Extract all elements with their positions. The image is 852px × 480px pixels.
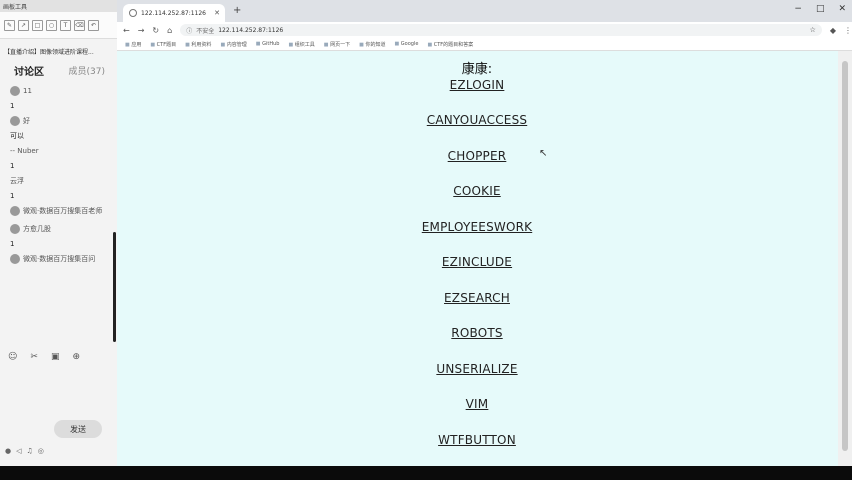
challenge-link[interactable]: CANYOUACCESS <box>117 113 837 127</box>
more-icon[interactable]: ⊕ <box>72 352 80 362</box>
maximize-icon[interactable]: □ <box>816 4 825 14</box>
pen-icon[interactable]: ✎ <box>4 19 15 31</box>
chat-message: 1 <box>10 192 15 200</box>
avatar <box>10 86 20 96</box>
text-icon[interactable]: T <box>60 19 71 31</box>
challenge-link[interactable]: WTFBUTTON <box>117 433 837 447</box>
close-tab-icon[interactable]: ✕ <box>214 9 220 17</box>
avatar <box>10 254 20 264</box>
tab-members[interactable]: 成员(37) <box>69 64 105 77</box>
drawing-toolbar: ✎ ↗ □ ○ T ⌫ ↶ <box>0 12 117 39</box>
eraser-icon[interactable]: ⌫ <box>74 19 85 31</box>
live-chat-panel: 画板工具 ✎ ↗ □ ○ T ⌫ ↶ 【直播介绍】图像领域进阶课程... 讨论区… <box>0 0 117 466</box>
challenge-link[interactable]: VIM <box>117 397 837 411</box>
image-icon[interactable]: ▣ <box>51 352 60 362</box>
tab-strip: 122.114.252.87:1126 ✕ + − □ ✕ <box>117 0 852 22</box>
tab-title: 122.114.252.87:1126 <box>141 9 207 17</box>
panel-title-bar: 画板工具 <box>0 0 117 12</box>
challenge-link[interactable]: CHOPPER <box>117 149 837 163</box>
bookmark-item[interactable]: 你的知道 <box>359 41 385 48</box>
scrollbar-thumb[interactable] <box>842 61 848 451</box>
mic-icon[interactable]: ● <box>5 447 11 455</box>
chat-message: 微观·数据百万搜集百问 <box>0 250 117 268</box>
new-tab-button[interactable]: + <box>233 5 241 16</box>
avatar <box>10 206 20 216</box>
bookmark-item[interactable]: CTF题目 <box>150 41 176 48</box>
chat-message: 1 <box>10 162 15 170</box>
challenge-link[interactable]: EZINCLUDE <box>117 255 837 269</box>
chat-message: 1 <box>10 102 15 110</box>
home-icon[interactable]: ⌂ <box>167 26 172 35</box>
chat-message: 方愈几股 <box>0 220 117 238</box>
security-warning-icon[interactable]: ⓘ <box>186 26 192 35</box>
send-button[interactable]: 发送 <box>54 420 102 438</box>
page-scrollbar[interactable] <box>838 51 852 466</box>
chat-message: 微观·数据百万搜集百老师 <box>0 202 117 220</box>
bookmark-item[interactable]: 利用资料 <box>185 41 211 48</box>
reload-icon[interactable]: ↻ <box>152 26 159 35</box>
browser-toolbar: ← → ↻ ⌂ ⓘ 不安全 122.114.252.87:1126 ☆ ◆ ⋮ <box>117 22 852 38</box>
circle-icon[interactable]: ○ <box>46 19 57 31</box>
course-title: 【直播介绍】图像领域进阶课程... <box>4 49 94 56</box>
undo-icon[interactable]: ↶ <box>88 19 99 31</box>
globe-icon <box>129 9 137 17</box>
chat-message: 可以 <box>10 132 24 140</box>
minimize-icon[interactable]: − <box>794 4 802 14</box>
bookmark-item[interactable]: GitHub <box>256 41 279 47</box>
address-bar[interactable]: ⓘ 不安全 122.114.252.87:1126 ☆ <box>180 24 822 36</box>
mouse-cursor-icon: ↖ <box>539 148 548 159</box>
bookmark-item[interactable]: Google <box>394 41 419 47</box>
avatar <box>10 116 20 126</box>
emoji-icon[interactable]: ☺ <box>8 352 17 362</box>
panel-title: 画板工具 <box>3 3 28 11</box>
challenge-link[interactable]: COOKIE <box>117 184 837 198</box>
bookmark-star-icon[interactable]: ☆ <box>810 26 816 34</box>
challenge-link[interactable]: EZSEARCH <box>117 291 837 305</box>
chat-scrollbar[interactable] <box>113 232 116 342</box>
chat-message: -- Nuber <box>10 147 39 155</box>
back-icon[interactable]: ← <box>123 26 130 35</box>
scissors-icon[interactable]: ✂ <box>30 352 38 362</box>
location-icon[interactable]: ◎ <box>38 447 44 455</box>
bottom-toolbar: ● ◁ ♫ ◎ <box>5 447 44 455</box>
forward-icon[interactable]: → <box>138 26 145 35</box>
url-text: 122.114.252.87:1126 <box>218 26 284 34</box>
chat-message: 1 <box>10 240 15 248</box>
arrow-icon[interactable]: ↗ <box>18 19 29 31</box>
bookmarks-bar: 应用 CTF题目 利用资料 内容管理 GitHub 组织工具 网页一下 你的知道… <box>117 38 852 51</box>
page-content: 康康: EZLOGIN CANYOUACCESS CHOPPER COOKIE … <box>117 51 837 466</box>
chat-message: 11 <box>0 82 117 100</box>
rect-icon[interactable]: □ <box>32 19 43 31</box>
tab-discussion[interactable]: 讨论区 <box>14 63 44 78</box>
chat-message: 好 <box>0 112 117 130</box>
browser-tab[interactable]: 122.114.252.87:1126 ✕ <box>123 4 225 22</box>
menu-icon[interactable]: ⋮ <box>844 26 852 35</box>
chat-message: 云浮 <box>10 177 24 185</box>
window-controls: − □ ✕ <box>794 4 846 14</box>
challenge-link[interactable]: EZLOGIN <box>117 78 837 92</box>
speaker-icon[interactable]: ◁ <box>16 447 21 455</box>
extension-icon[interactable]: ◆ <box>830 26 836 35</box>
chat-tabs: 讨论区 成员(37) <box>0 59 117 82</box>
browser-window: 122.114.252.87:1126 ✕ + − □ ✕ ← → ↻ ⌂ ⓘ … <box>117 0 852 466</box>
bookmark-item[interactable]: 应用 <box>125 41 141 48</box>
page-heading: 康康: <box>461 62 493 77</box>
close-window-icon[interactable]: ✕ <box>838 4 846 14</box>
chat-message-list: 11 1 好 可以 -- Nuber 1 云浮 1 微观·数据百万搜集百老师 方… <box>0 82 117 268</box>
bookmark-item[interactable]: 组织工具 <box>288 41 315 48</box>
security-label: 不安全 <box>196 27 215 35</box>
avatar <box>10 224 20 234</box>
challenge-link[interactable]: UNSERIALIZE <box>117 362 837 376</box>
bookmark-item[interactable]: CTF的题目和答案 <box>427 41 473 48</box>
screen-bottom-border <box>0 466 852 480</box>
challenge-link[interactable]: ROBOTS <box>117 326 837 340</box>
bookmark-item[interactable]: 内容管理 <box>220 41 247 48</box>
challenge-link[interactable]: EMPLOYEESWORK <box>117 220 837 234</box>
bookmark-item[interactable]: 网页一下 <box>324 41 350 48</box>
music-icon[interactable]: ♫ <box>27 447 33 455</box>
address-bar-actions: ☆ <box>810 26 816 34</box>
chat-input-tools: ☺ ✂ ▣ ⊕ <box>8 352 80 362</box>
